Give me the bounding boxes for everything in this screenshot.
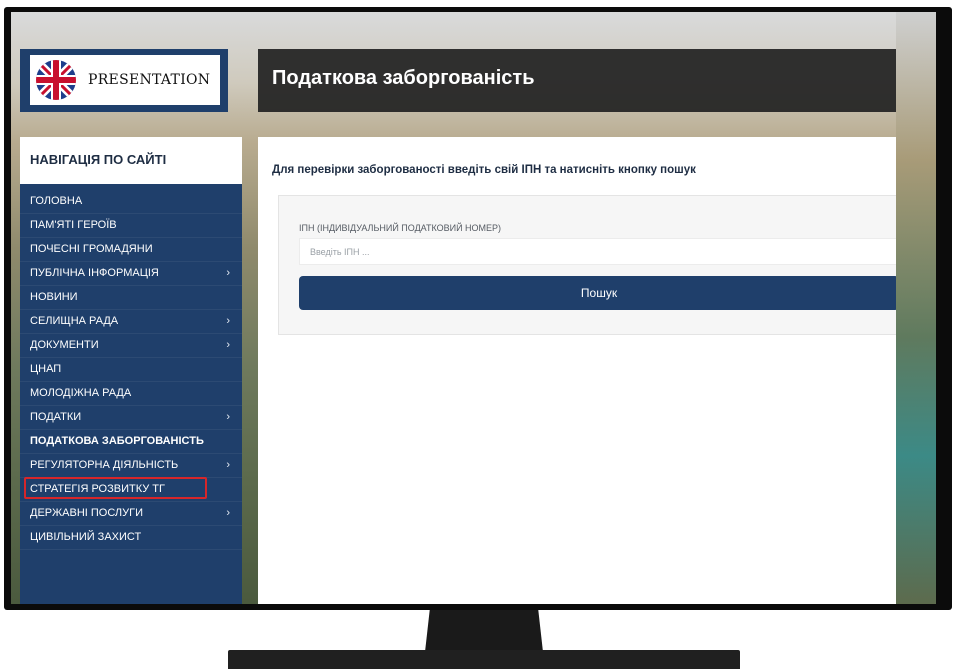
sidebar-item[interactable]: ПОЧЕСНІ ГРОМАДЯНИ [20,238,242,262]
screen: PRESENTATION Податкова заборгованість НА… [11,12,936,604]
sidebar-item[interactable]: СТРАТЕГІЯ РОЗВИТКУ ТГ [20,478,242,502]
sidebar-item-label: ГОЛОВНА [30,195,83,207]
sidebar-item[interactable]: ГОЛОВНА [20,190,242,214]
sidebar-item[interactable]: РЕГУЛЯТОРНА ДІЯЛЬНІСТЬ › [20,454,242,478]
ipn-label: ІПН (ІНДИВІДУАЛЬНИЙ ПОДАТКОВИЙ НОМЕР) [299,223,502,233]
sidebar-item-label: ПАМ'ЯТІ ГЕРОЇВ [30,219,117,231]
sidebar-item-label: ПОЧЕСНІ ГРОМАДЯНИ [30,243,153,255]
sidebar-item[interactable]: ПОДАТКОВА ЗАБОРГОВАНІСТЬ [20,430,242,454]
sidebar-nav: ГОЛОВНА ПАМ'ЯТІ ГЕРОЇВ ПОЧЕСНІ ГРОМАДЯНИ ПУ… [20,184,242,604]
logo-plate: PRESENTATION [30,55,220,105]
page-header: Податкова заборгованість [258,49,936,112]
search-instructions: Для перевірки заборгованості введіть сві… [272,164,696,176]
sidebar-item-label: ЦИВІЛЬНИЙ ЗАХИСТ [30,531,142,543]
ipn-input[interactable] [299,238,899,265]
chevron-right-icon: › [226,507,230,519]
sidebar-item-label: ПУБЛІЧНА ІНФОРМАЦІЯ [30,267,159,279]
search-button[interactable]: Пошук [299,276,899,310]
sidebar-item[interactable]: ДОКУМЕНТИ › [20,334,242,358]
chevron-right-icon: › [226,411,230,423]
sidebar-item[interactable]: ПОДАТКИ › [20,406,242,430]
monitor-stand-neck [425,610,543,652]
sidebar-item[interactable]: ЦНАП [20,358,242,382]
sidebar-item[interactable]: ПАМ'ЯТІ ГЕРОЇВ [20,214,242,238]
chevron-right-icon: › [226,267,230,279]
chevron-right-icon: › [226,339,230,351]
sidebar-item-label: ПОДАТКИ [30,411,82,423]
sidebar-item-label: ДОКУМЕНТИ [30,339,99,351]
sidebar-item[interactable]: СЕЛИЩНА РАДА › [20,310,242,334]
sidebar-heading-box: НАВІГАЦІЯ ПО САЙТІ [20,137,242,184]
sidebar-nav-list: ГОЛОВНА ПАМ'ЯТІ ГЕРОЇВ ПОЧЕСНІ ГРОМАДЯНИ ПУ… [20,184,242,550]
sidebar-item[interactable]: НОВИНИ [20,286,242,310]
sidebar-item-label: ДЕРЖАВНІ ПОСЛУГИ [30,507,143,519]
sidebar-item-label: СТРАТЕГІЯ РОЗВИТКУ ТГ [30,483,165,495]
sidebar-heading: НАВІГАЦІЯ ПО САЙТІ [30,152,167,167]
sidebar-item[interactable]: ПУБЛІЧНА ІНФОРМАЦІЯ › [20,262,242,286]
sidebar-item[interactable]: ДЕРЖАВНІ ПОСЛУГИ › [20,502,242,526]
sidebar-item-label: ЦНАП [30,363,62,375]
sidebar-item-label: НОВИНИ [30,291,78,303]
site-logo[interactable]: PRESENTATION [20,49,228,112]
uk-flag-icon [36,60,76,100]
page-title: Податкова заборгованість [272,67,535,89]
chevron-right-icon: › [226,315,230,327]
chevron-right-icon: › [226,459,230,471]
sidebar-item[interactable]: МОЛОДІЖНА РАДА [20,382,242,406]
sidebar-item-label: СЕЛИЩНА РАДА [30,315,119,327]
sidebar-item[interactable]: ЦИВІЛЬНИЙ ЗАХИСТ [20,526,242,550]
logo-text: PRESENTATION [88,72,211,88]
sidebar-item-label: ПОДАТКОВА ЗАБОРГОВАНІСТЬ [30,435,204,447]
sidebar-item-label: РЕГУЛЯТОРНА ДІЯЛЬНІСТЬ [30,459,179,471]
sidebar-item-label: МОЛОДІЖНА РАДА [30,387,132,399]
main-content: Для перевірки заборгованості введіть сві… [258,137,936,604]
tax-search-form: ІПН (ІНДИВІДУАЛЬНИЙ ПОДАТКОВИЙ НОМЕР) По… [278,195,920,335]
monitor-stand-base [228,650,740,669]
